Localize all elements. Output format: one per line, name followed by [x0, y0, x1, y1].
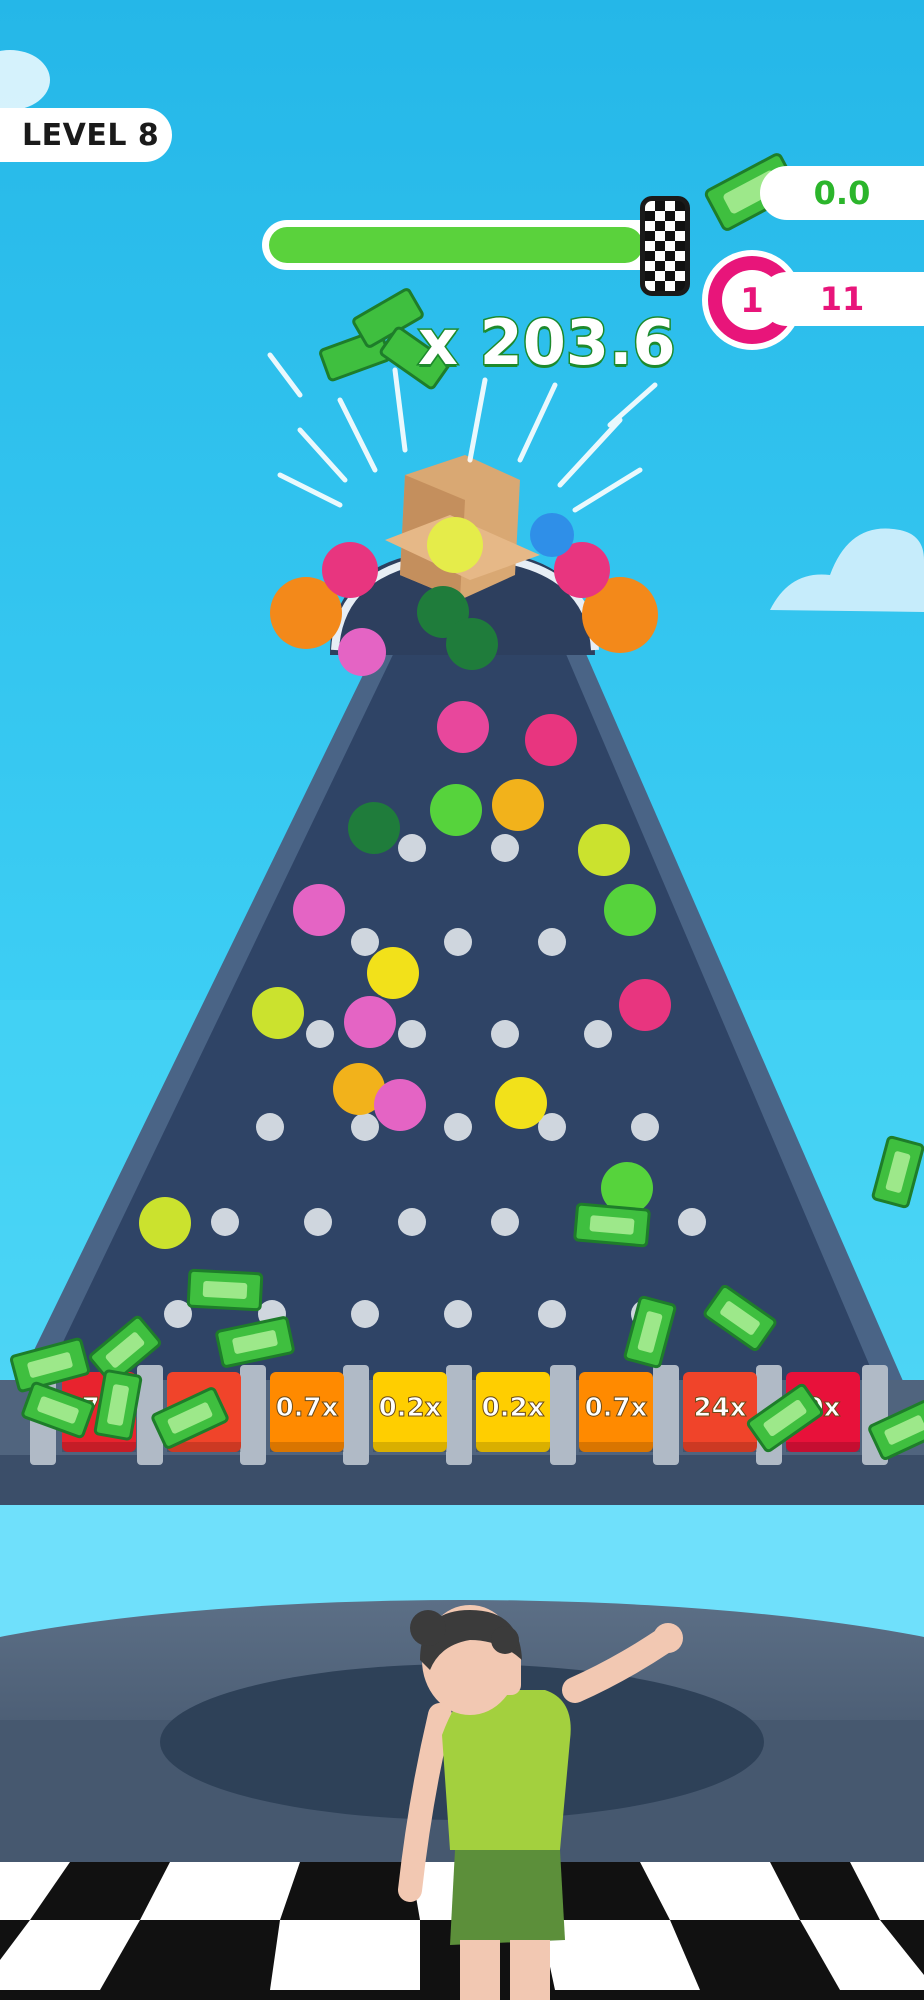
coin-badge-number: 1 [740, 281, 764, 321]
multiplier-slot-label: 0.2x [379, 1393, 442, 1423]
cash-counter: 0.0 [760, 166, 924, 220]
ball [427, 517, 483, 573]
coin-counter: 11 [760, 272, 924, 326]
multiplier-slot-shadow [579, 1442, 653, 1452]
ball [446, 618, 498, 670]
ball [338, 628, 386, 676]
multiplier-slot-label: 24x [694, 1393, 747, 1423]
multiplier-readout: x 203.6 [417, 305, 678, 381]
multiplier-slot-shadow [476, 1442, 550, 1452]
ball [322, 542, 378, 598]
multiplier-slot-label: 0.2x [482, 1393, 545, 1423]
multiplier-slot-shadow [270, 1442, 344, 1452]
checkered-flag-icon [640, 196, 690, 296]
level-progress-bar [262, 220, 682, 270]
multiplier-slot-label: 0.7x [276, 1393, 339, 1423]
level-progress-fill [269, 227, 643, 263]
ball [530, 513, 574, 557]
multiplier-slot-shadow [786, 1442, 860, 1452]
multiplier-slot-shadow [683, 1442, 757, 1452]
multiplier-slot-label: 0.7x [585, 1393, 648, 1423]
multiplier-slot-shadow [62, 1442, 136, 1452]
multiplier-slot-shadow [373, 1442, 447, 1452]
level-label: LEVEL 8 [0, 108, 172, 162]
